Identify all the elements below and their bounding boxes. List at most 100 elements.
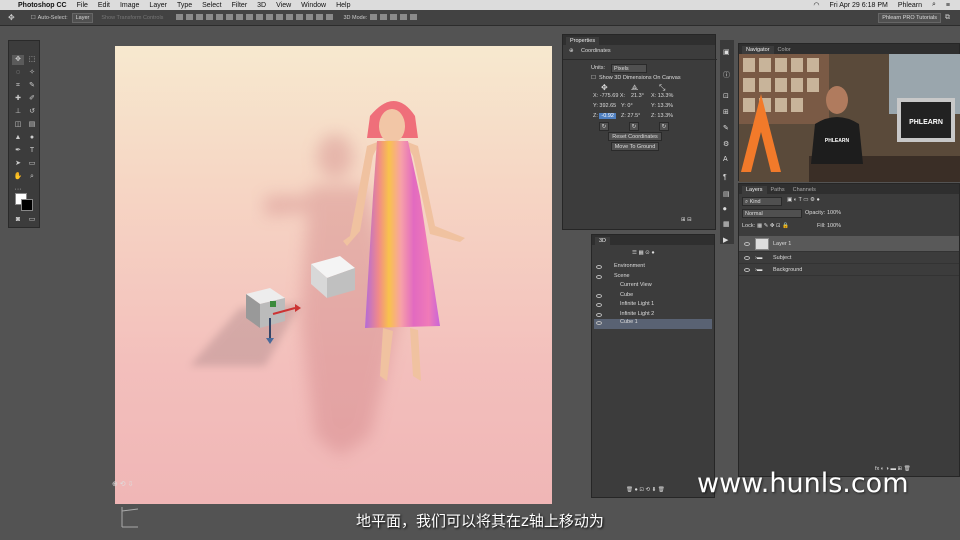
move-tool-icon[interactable]: ✥ — [12, 55, 24, 65]
3d-item-environment[interactable]: Environment — [594, 263, 712, 272]
layer-name[interactable]: Background — [773, 265, 802, 276]
reset-position-icon[interactable]: ↻ — [599, 122, 609, 131]
panel-options-icon[interactable]: ⊞ ⊟ — [681, 217, 692, 223]
wifi-icon[interactable]: ◠ — [813, 1, 819, 9]
reset-coordinates-button[interactable]: Reset Coordinates — [608, 132, 662, 141]
app-menu[interactable]: Photoshop CC — [18, 2, 67, 9]
hand-tool-icon[interactable]: ✋ — [12, 172, 24, 182]
3d-actions-icons[interactable]: 🗑 ● ⊡ ⟲ ⬇ 🗑 — [626, 487, 665, 493]
show-transform-controls[interactable]: Show Transform Controls — [101, 15, 163, 21]
brush-settings-icon[interactable]: ✎ — [723, 124, 729, 132]
document-canvas[interactable] — [115, 46, 552, 504]
3d-item-current-view[interactable]: Current View — [594, 282, 712, 291]
tab-layers[interactable]: Layers — [742, 186, 767, 194]
z-position[interactable]: Z: -0.92 — [593, 113, 616, 119]
layer-filter-icons[interactable]: ▣ ◐ T ▭ ⚙ ● — [787, 197, 820, 203]
x-position[interactable]: X: -775.69 X: — [593, 93, 625, 99]
clock-datetime[interactable]: Fri Apr 29 6:18 PM — [829, 2, 887, 9]
eyedropper-icon[interactable]: ✎ — [26, 81, 38, 91]
x-rotation[interactable]: 21.3° — [631, 93, 644, 99]
menu-file[interactable]: File — [77, 2, 88, 9]
z-rotation[interactable]: Z: 27.5° — [621, 113, 640, 119]
clone-source-icon[interactable]: ⚙ — [723, 140, 729, 148]
visibility-eye-icon[interactable] — [744, 242, 750, 246]
tab-3d[interactable]: 3D — [595, 237, 611, 245]
3d-item-scene[interactable]: Scene — [594, 273, 712, 282]
menu-view[interactable]: View — [276, 2, 291, 9]
layer-row-background[interactable]: ›▬ Background — [739, 265, 959, 276]
paragraph-icon[interactable]: ¶ — [723, 174, 727, 181]
blur-tool-icon[interactable]: ▲ — [12, 133, 24, 143]
tab-navigator[interactable]: Navigator — [742, 46, 774, 54]
info-icon[interactable]: ⓘ — [723, 70, 730, 80]
menu-window[interactable]: Window — [301, 2, 326, 9]
magic-wand-icon[interactable]: ✧ — [26, 68, 38, 78]
layer-row-subject[interactable]: ›▬ Subject — [739, 253, 959, 264]
menu-help[interactable]: Help — [336, 2, 350, 9]
layer-name[interactable]: Subject — [773, 253, 791, 264]
move-to-ground-button[interactable]: Move To Ground — [611, 142, 659, 151]
menu-filter[interactable]: Filter — [232, 2, 248, 9]
path-select-icon[interactable]: ➤ — [12, 159, 24, 169]
3d-item-infinite-light-1[interactable]: Infinite Light 1 — [594, 301, 712, 310]
fill-value[interactable]: 100% — [827, 223, 841, 229]
reset-scale-icon[interactable]: ↻ — [659, 122, 669, 131]
tab-paths[interactable]: Paths — [767, 186, 789, 194]
opacity-value[interactable]: 100% — [827, 210, 841, 216]
3d-item-cube-1[interactable]: Cube 1 — [594, 319, 712, 329]
menu-layer[interactable]: Layer — [149, 2, 167, 9]
gradient-tool-icon[interactable]: ▤ — [26, 120, 38, 130]
3d-item-cube[interactable]: Cube — [594, 292, 712, 301]
libraries-icon[interactable]: ▦ — [723, 220, 730, 228]
styles-icon[interactable]: ▤ — [723, 190, 730, 198]
marquee-tool-icon[interactable]: ⬚ — [26, 55, 38, 65]
auto-select-checkbox[interactable]: ☐ — [31, 15, 36, 21]
dodge-tool-icon[interactable]: ● — [26, 133, 38, 143]
filter-kind-dropdown[interactable]: ⌕ Kind — [742, 197, 782, 206]
3d-filter-icons[interactable]: ☰ ▦ ⊙ ● — [632, 250, 655, 256]
crop-tool-icon[interactable]: ⌗ — [12, 81, 24, 91]
type-tool-icon[interactable]: T — [26, 146, 38, 156]
3d-mode-icons[interactable] — [367, 13, 418, 22]
units-dropdown[interactable]: Pixels — [611, 64, 647, 73]
adjustments-icon[interactable]: ⊞ — [723, 108, 729, 116]
workspace-share-icon[interactable]: ⧉ — [945, 14, 950, 22]
lock-icons[interactable]: ▦ ✎ ✥ ⊡ 🔒 — [757, 223, 789, 229]
z-scale[interactable]: Z: 13.3% — [651, 113, 673, 119]
quick-mask-icon[interactable]: ◙ — [12, 215, 24, 225]
healing-brush-icon[interactable]: ✚ — [12, 94, 24, 104]
list-icon[interactable]: ≡ — [946, 2, 950, 9]
lasso-tool-icon[interactable]: ◌ — [12, 68, 24, 78]
menu-image[interactable]: Image — [120, 2, 139, 9]
show-3d-dimensions-checkbox[interactable]: ☐ — [591, 75, 596, 81]
blend-mode-dropdown[interactable]: Normal — [742, 209, 802, 218]
3d-axis-widget[interactable]: ⊕ ⟲ ⇩ — [112, 480, 134, 488]
clone-stamp-icon[interactable]: ⊥ — [12, 107, 24, 117]
visibility-eye-icon[interactable] — [744, 256, 750, 260]
layer-row-layer-1[interactable]: Layer 1 — [739, 236, 959, 252]
y-position[interactable]: Y: 392.65 — [593, 103, 616, 109]
screen-mode-icon[interactable]: ▭ — [26, 215, 38, 225]
layer-name[interactable]: Layer 1 — [773, 236, 791, 252]
user-name[interactable]: Phlearn — [898, 2, 922, 9]
x-scale[interactable]: X: 13.3% — [651, 93, 673, 99]
menu-select[interactable]: Select — [202, 2, 221, 9]
align-icons[interactable] — [173, 13, 334, 22]
pen-tool-icon[interactable]: ✒ — [12, 146, 24, 156]
menu-3d[interactable]: 3D — [257, 2, 266, 9]
menu-type[interactable]: Type — [177, 2, 192, 9]
auto-select-dropdown[interactable]: Layer — [71, 12, 94, 23]
timeline-icon[interactable]: ⏺ — [723, 206, 727, 214]
tab-color[interactable]: Color — [774, 46, 795, 54]
brush-tool-icon[interactable]: ✐ — [26, 94, 38, 104]
play-icon[interactable]: ▶ — [723, 236, 728, 244]
tab-channels[interactable]: Channels — [789, 186, 820, 194]
zoom-tool-icon[interactable]: ⌕ — [26, 172, 38, 182]
actions-icon[interactable]: ⊡ — [723, 92, 729, 100]
move-tool-icon[interactable]: ✥ — [8, 13, 15, 22]
visibility-eye-icon[interactable] — [744, 268, 750, 272]
character-icon[interactable]: A — [723, 156, 728, 163]
tab-properties[interactable]: Properties — [566, 37, 600, 45]
background-color-swatch[interactable] — [21, 199, 33, 211]
history-icon[interactable]: ▣ — [723, 48, 730, 56]
